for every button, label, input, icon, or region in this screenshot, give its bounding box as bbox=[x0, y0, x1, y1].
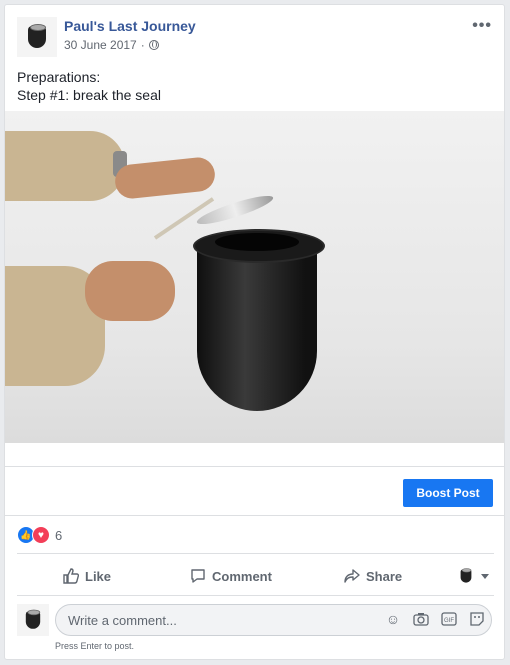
gif-icon[interactable]: GIF bbox=[441, 611, 457, 627]
meta-separator: · bbox=[140, 38, 145, 52]
post-text-line-1: Preparations: bbox=[17, 69, 101, 85]
love-reaction-icon: ♥ bbox=[32, 526, 50, 544]
post-meta: 30 June 2017 · bbox=[64, 38, 159, 52]
comment-input[interactable]: Write a comment... ☺ GIF bbox=[55, 604, 492, 636]
comment-tools: ☺ GIF bbox=[385, 611, 485, 627]
urn-avatar-icon bbox=[460, 568, 472, 583]
page-name-link[interactable]: Paul's Last Journey bbox=[64, 18, 196, 34]
upper-arm bbox=[5, 131, 125, 201]
commenter-avatar bbox=[17, 604, 49, 636]
urn-avatar-icon bbox=[25, 609, 41, 629]
comment-label: Comment bbox=[212, 568, 272, 584]
chevron-down-icon bbox=[481, 573, 489, 579]
reaction-summary[interactable]: 👍 ♥ 6 bbox=[17, 526, 62, 544]
upper-hand bbox=[113, 155, 217, 201]
post-card: Paul's Last Journey 30 June 2017 · ••• P… bbox=[4, 4, 505, 660]
like-label: Like bbox=[85, 568, 112, 584]
more-icon[interactable]: ••• bbox=[472, 17, 492, 35]
comment-button[interactable]: Comment bbox=[190, 568, 272, 584]
action-bar: Like Comment Share bbox=[17, 561, 494, 591]
post-as-selector[interactable] bbox=[457, 565, 489, 587]
reaction-count: 6 bbox=[55, 527, 63, 543]
share-label: Share bbox=[366, 568, 403, 584]
globe-icon[interactable] bbox=[148, 40, 159, 50]
post-text-line-2: Step #1: break the seal bbox=[17, 87, 161, 103]
sticker-icon[interactable] bbox=[469, 611, 485, 627]
page-avatar[interactable] bbox=[17, 17, 57, 57]
comment-hint: Press Enter to post. bbox=[55, 641, 135, 651]
svg-text:GIF: GIF bbox=[444, 618, 454, 624]
post-photo[interactable] bbox=[5, 111, 504, 443]
emoji-icon[interactable]: ☺ bbox=[385, 611, 401, 627]
post-date[interactable]: 30 June 2017 bbox=[64, 38, 137, 52]
post-text: Preparations: Step #1: break the seal bbox=[17, 68, 161, 104]
share-icon bbox=[344, 569, 360, 583]
share-button[interactable]: Share bbox=[344, 568, 402, 584]
like-icon bbox=[63, 568, 79, 584]
like-button[interactable]: Like bbox=[63, 568, 111, 584]
urn-body bbox=[197, 241, 317, 411]
urn-lid bbox=[194, 190, 276, 230]
comment-icon bbox=[191, 569, 205, 583]
lower-hand bbox=[85, 261, 175, 321]
divider bbox=[17, 595, 494, 596]
urn-mouth bbox=[215, 233, 299, 251]
divider bbox=[5, 466, 504, 467]
divider bbox=[5, 515, 504, 516]
comment-placeholder: Write a comment... bbox=[68, 612, 177, 628]
urn-avatar-icon bbox=[28, 24, 46, 48]
boost-post-button[interactable]: Boost Post bbox=[403, 479, 493, 507]
camera-icon[interactable] bbox=[413, 611, 429, 627]
divider bbox=[17, 553, 494, 554]
